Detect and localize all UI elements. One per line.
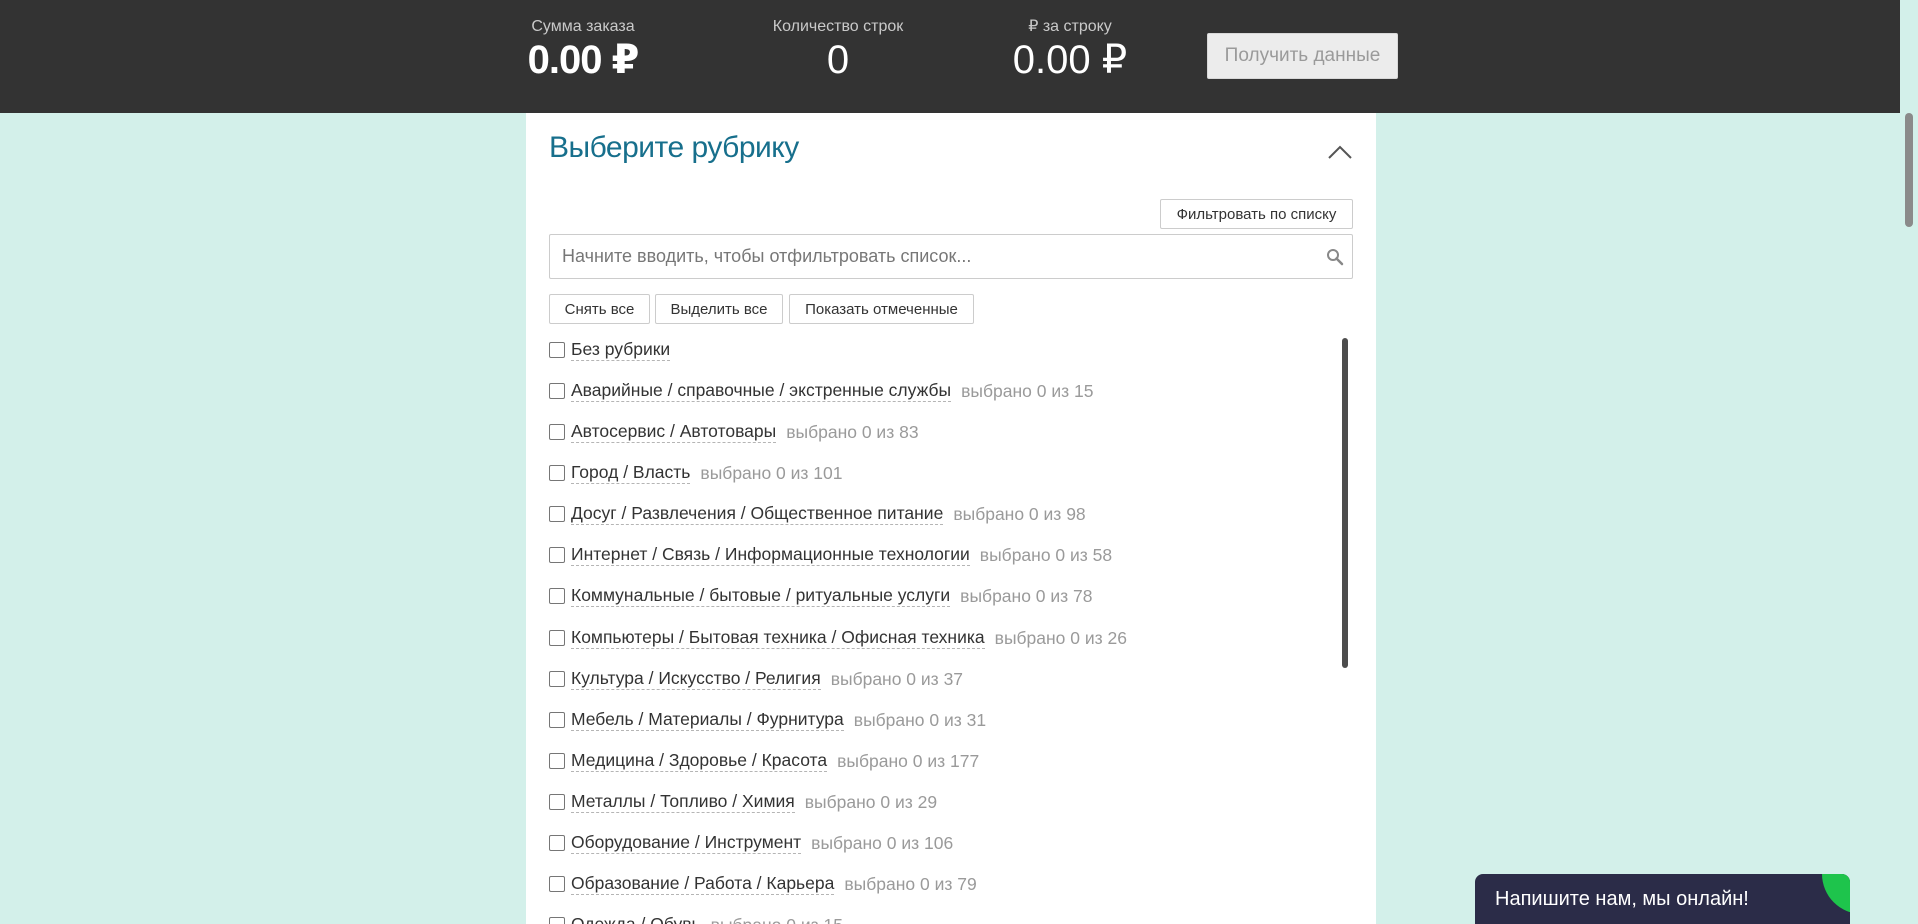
list-item[interactable]: Медицина / Здоровье / Красота выбрано 0 … [549, 747, 979, 775]
category-count: выбрано 0 из 29 [804, 791, 938, 812]
price-per-row-value: 0.00 ₽ [1012, 38, 1128, 82]
category-checkbox[interactable] [549, 506, 565, 522]
category-count: выбрано 0 из 79 [844, 873, 977, 894]
category-name[interactable]: Образование / Работа / Карьера [571, 873, 835, 895]
category-count: выбрано 0 из 177 [837, 750, 980, 771]
category-name[interactable]: Автосервис / Автотовары [571, 421, 777, 443]
show-checked-button[interactable]: Показать отмеченные [789, 294, 974, 324]
search-input[interactable] [550, 235, 1310, 278]
list-item[interactable]: Компьютеры / Бытовая техника / Офисная т… [549, 624, 1127, 652]
category-name[interactable]: Интернет / Связь / Информационные технол… [571, 544, 970, 566]
category-count: выбрано 0 из 15 [711, 915, 843, 924]
order-sum-label: Сумма заказа [531, 18, 635, 35]
category-checkbox[interactable] [549, 671, 565, 687]
list-scrollbar[interactable] [1342, 338, 1348, 668]
list-item[interactable]: Аварийные / справочные / экстренные служ… [549, 377, 1093, 405]
category-name[interactable]: Оборудование / Инструмент [571, 832, 802, 854]
category-count: выбрано 0 из 15 [961, 380, 1094, 401]
category-name[interactable]: Без рубрики [571, 339, 671, 361]
category-count: выбрано 0 из 31 [853, 709, 987, 730]
list-item[interactable]: Город / Власть выбрано 0 из 101 [549, 459, 843, 487]
list-item[interactable]: Мебель / Материалы / Фурнитура выбрано 0… [549, 706, 986, 734]
price-per-row-stat: ₽ за строку 0.00 ₽ [1005, 17, 1135, 82]
row-count-stat: Количество строк 0 [768, 17, 908, 82]
category-count: выбрано 0 из 58 [979, 544, 1113, 565]
category-name[interactable]: Мебель / Материалы / Фурнитура [571, 709, 844, 731]
category-name[interactable]: Компьютеры / Бытовая техника / Офисная т… [571, 627, 985, 649]
price-per-row-label: ₽ за строку [1028, 18, 1112, 35]
order-sum-value: 0.00 ₽ [527, 38, 640, 82]
chat-label[interactable]: Напишите нам, мы онлайн! [1495, 887, 1749, 911]
list-item[interactable]: Оборудование / Инструмент выбрано 0 из 1… [549, 829, 953, 857]
category-checkbox[interactable] [549, 835, 565, 851]
category-checkbox[interactable] [549, 424, 565, 440]
get-data-button[interactable]: Получить данные [1207, 33, 1398, 79]
category-count: выбрано 0 из 26 [994, 627, 1127, 648]
category-checkbox[interactable] [549, 547, 565, 563]
category-picker-card: Выберите рубрику Фильтровать по списку С… [526, 113, 1376, 924]
order-summary-bar: Сумма заказа 0.00 ₽ Количество строк 0 ₽… [0, 0, 1900, 113]
search-icon[interactable] [1326, 248, 1344, 266]
order-sum-stat: Сумма заказа 0.00 ₽ [524, 17, 642, 82]
row-count-label: Количество строк [772, 18, 904, 35]
category-checkbox[interactable] [549, 917, 565, 924]
list-item[interactable]: Одежда / Обувь выбрано 0 из 15 [549, 911, 843, 924]
list-item[interactable]: Культура / Искусство / Религия выбрано 0… [549, 665, 963, 693]
select-all-button[interactable]: Выделить все [655, 294, 783, 324]
filter-by-list-button[interactable]: Фильтровать по списку [1160, 199, 1353, 229]
category-checkbox[interactable] [549, 383, 565, 399]
list-item[interactable]: Коммунальные / бытовые / ритуальные услу… [549, 582, 1093, 610]
category-name[interactable]: Досуг / Развлечения / Общественное питан… [571, 503, 944, 525]
list-item[interactable]: Интернет / Связь / Информационные технол… [549, 541, 1112, 569]
row-count-value: 0 [826, 38, 850, 82]
list-item[interactable]: Досуг / Развлечения / Общественное питан… [549, 500, 1086, 528]
chat-widget[interactable]: Напишите нам, мы онлайн! [1475, 874, 1850, 924]
category-count: выбрано 0 из 83 [786, 421, 919, 442]
page-scrollbar[interactable] [1900, 0, 1918, 924]
category-checkbox[interactable] [549, 342, 565, 358]
category-checkbox[interactable] [549, 753, 565, 769]
list-item[interactable]: Образование / Работа / Карьера выбрано 0… [549, 870, 977, 898]
section-title: Выберите рубрику [549, 131, 799, 164]
category-checkbox[interactable] [549, 712, 565, 728]
category-count: выбрано 0 из 101 [700, 462, 843, 483]
category-checkbox[interactable] [549, 588, 565, 604]
category-checkbox[interactable] [549, 630, 565, 646]
category-count: выбрано 0 из 37 [830, 668, 964, 689]
category-name[interactable]: Одежда / Обувь [571, 914, 701, 924]
category-checkbox[interactable] [549, 876, 565, 892]
category-name[interactable]: Медицина / Здоровье / Красота [571, 750, 828, 772]
list-item[interactable]: Автосервис / Автотовары выбрано 0 из 83 [549, 418, 919, 446]
category-count: выбрано 0 из 106 [811, 832, 954, 853]
category-name[interactable]: Коммунальные / бытовые / ритуальные услу… [571, 585, 951, 607]
online-status-icon [1822, 874, 1850, 914]
category-name[interactable]: Аварийные / справочные / экстренные служ… [571, 380, 952, 402]
chevron-up-icon[interactable] [1326, 141, 1354, 163]
page-scrollbar-thumb[interactable] [1905, 113, 1913, 227]
category-name[interactable]: Металлы / Топливо / Химия [571, 791, 795, 813]
search-box [549, 234, 1353, 279]
category-count: выбрано 0 из 98 [953, 503, 1086, 524]
category-count: выбрано 0 из 78 [960, 585, 1093, 606]
category-checkbox[interactable] [549, 794, 565, 810]
clear-all-button[interactable]: Снять все [549, 294, 650, 324]
category-checkbox[interactable] [549, 465, 565, 481]
category-name[interactable]: Город / Власть [571, 462, 691, 484]
category-name[interactable]: Культура / Искусство / Религия [571, 668, 821, 690]
list-item[interactable]: Металлы / Топливо / Химия выбрано 0 из 2… [549, 788, 937, 816]
list-item[interactable]: Без рубрики [549, 336, 671, 364]
